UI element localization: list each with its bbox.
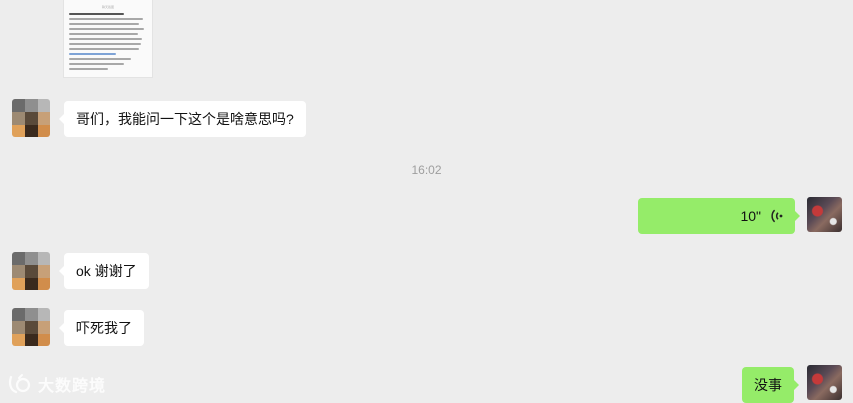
message-timestamp: 16:02 [411, 163, 442, 177]
watermark-text: 大数跨境 [38, 378, 107, 395]
contact-avatar[interactable] [12, 252, 50, 290]
message-bubble-outgoing[interactable]: 没事 [742, 367, 799, 403]
image-caption: 聊天截图 [101, 5, 114, 9]
message-text: ok 谢谢了 [76, 263, 137, 279]
chat-window: 聊天截图 哥们，我能问一下这个是啥意思吗? 16:02 10" ok 谢谢了 吓… [0, 0, 853, 403]
contact-avatar[interactable] [12, 99, 50, 137]
my-avatar[interactable] [807, 197, 842, 232]
message-bubble-incoming[interactable]: 哥们，我能问一下这个是啥意思吗? [59, 101, 306, 137]
image-message[interactable]: 聊天截图 [63, 0, 153, 78]
message-bubble-incoming[interactable]: 吓死我了 [59, 310, 144, 346]
watermark: 大数跨境 [8, 372, 106, 396]
message-text: 没事 [754, 377, 782, 393]
my-avatar[interactable] [807, 365, 842, 400]
brand-logo-icon [8, 374, 31, 394]
contact-avatar[interactable] [12, 308, 50, 346]
voice-message-bubble[interactable]: 10" [638, 198, 800, 234]
message-text: 哥们，我能问一下这个是啥意思吗? [76, 111, 294, 127]
message-text: 吓死我了 [76, 320, 132, 336]
voice-wave-icon [771, 209, 783, 223]
message-bubble-incoming[interactable]: ok 谢谢了 [59, 253, 149, 289]
voice-duration: 10" [740, 208, 761, 224]
